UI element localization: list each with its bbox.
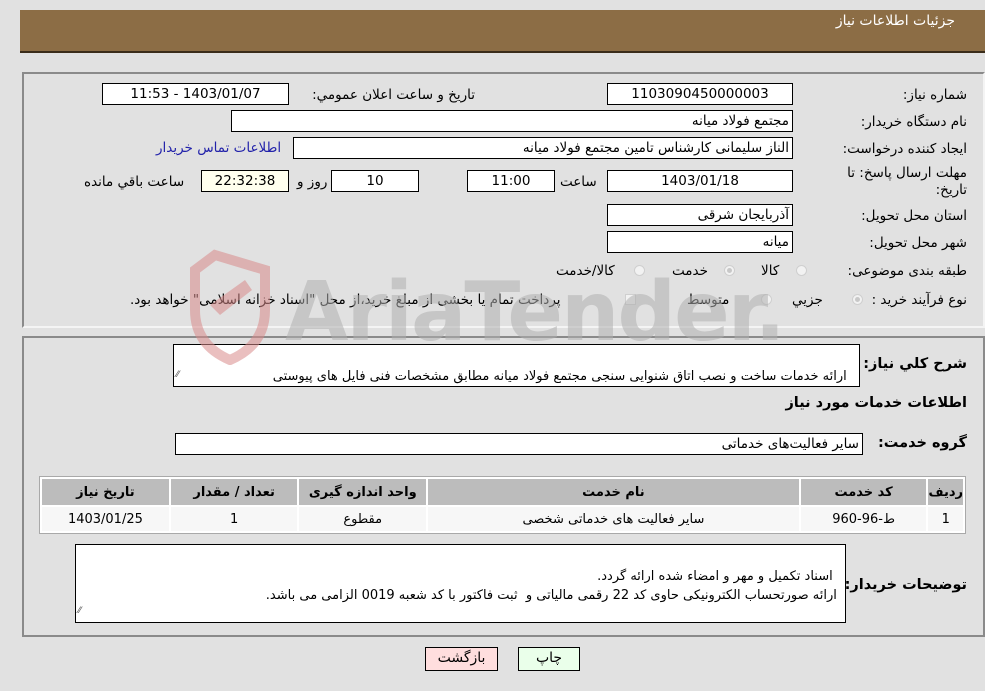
announce-datetime-field[interactable]: 1403/01/07 - 11:53 — [102, 83, 289, 105]
col-quantity: تعداد / مقدار — [170, 479, 298, 505]
process-radio-medium[interactable] — [761, 294, 772, 305]
buyer-notes-textarea[interactable]: اسناد تکمیل و مهر و امضاء شده ارائه گردد… — [75, 544, 846, 623]
cell-row-number: 1 — [928, 507, 963, 531]
buyer-org-label: نام دستگاه خريدار: — [860, 114, 967, 130]
deadline-time-field[interactable]: 11:00 — [467, 170, 555, 192]
print-button[interactable]: چاپ — [518, 647, 580, 671]
treasury-checkbox[interactable] — [625, 294, 636, 305]
delivery-city-field[interactable]: میانه — [607, 231, 793, 253]
services-table: رديف كد خدمت نام خدمت واحد اندازه گيری ت… — [39, 476, 966, 534]
process-option-minor: جزيي — [792, 292, 823, 308]
days-label: روز و — [297, 174, 328, 190]
process-option-medium: متوسط — [687, 292, 730, 308]
category-option-goods-service: كالا/خدمت — [556, 263, 615, 279]
buyer-notes-text: اسناد تکمیل و مهر و امضاء شده ارائه گردد… — [265, 569, 837, 603]
delivery-province-field[interactable]: آذربایجان شرقی — [607, 204, 793, 226]
purchase-process-label: نوع فرآيند خريد : — [871, 292, 967, 308]
services-table-wrap: رديف كد خدمت نام خدمت واحد اندازه گيری ت… — [39, 476, 966, 534]
category-option-goods: كالا — [761, 263, 780, 279]
table-header-row: رديف كد خدمت نام خدمت واحد اندازه گيری ت… — [42, 479, 963, 505]
service-group-label: گروه خدمت: — [877, 435, 967, 451]
cell-service-name: سایر فعالیت های خدماتی شخصی — [428, 507, 799, 531]
col-service-name: نام خدمت — [428, 479, 799, 505]
description-textarea[interactable]: ارائه خدمات ساخت و نصب اتاق شنوایی سنجی … — [173, 344, 860, 387]
resize-grip-icon[interactable]: ⁄⁄ — [176, 366, 179, 385]
need-number-field[interactable]: 1103090450000003 — [607, 83, 793, 105]
resize-grip-icon[interactable]: ⁄⁄ — [78, 602, 81, 621]
cell-service-code: ط-96-960 — [800, 507, 927, 531]
treasury-note: پرداخت تمام يا بخشی از مبلغ خريد،از محل … — [130, 292, 561, 308]
deadline-date-field[interactable]: 1403/01/18 — [607, 170, 793, 192]
category-radio-goods[interactable] — [796, 265, 807, 276]
requester-field[interactable]: الناز سلیمانی کارشناس تامین مجتمع فولاد … — [293, 137, 793, 159]
delivery-city-label: شهر محل تحويل: — [869, 235, 967, 251]
table-row: 1 ط-96-960 سایر فعالیت های خدماتی شخصی م… — [42, 507, 963, 531]
announce-datetime-label: تاریخ و ساعت اعلان عمومي: — [312, 87, 475, 103]
buyer-org-field[interactable]: مجتمع فولاد میانه — [231, 110, 793, 132]
remaining-time-field: 22:32:38 — [201, 170, 289, 192]
cell-quantity: 1 — [170, 507, 298, 531]
page-title: جزئیات اطلاعات نیاز — [835, 13, 955, 29]
requester-label: ايجاد كننده درخواست: — [842, 141, 967, 157]
delivery-province-label: استان محل تحويل: — [861, 208, 967, 224]
category-radio-goods-service[interactable] — [634, 265, 645, 276]
buyer-contact-link[interactable]: اطلاعات تماس خريدار — [156, 140, 281, 156]
col-unit: واحد اندازه گيری — [299, 479, 427, 505]
cell-need-date: 1403/01/25 — [42, 507, 169, 531]
description-label: شرح كلي نياز: — [863, 356, 967, 372]
col-service-code: كد خدمت — [800, 479, 927, 505]
remaining-time-label: ساعت باقي مانده — [84, 174, 185, 190]
buyer-notes-label: توضيحات خريدار: — [844, 577, 967, 593]
category-option-service: خدمت — [672, 263, 708, 279]
deadline-label-line1: مهلت ارسال پاسخ: تا — [847, 165, 967, 181]
col-row-number: رديف — [928, 479, 963, 505]
deadline-time-label: ساعت — [560, 174, 597, 190]
process-radio-minor[interactable] — [852, 294, 863, 305]
cell-unit: مقطوع — [299, 507, 427, 531]
need-number-label: شماره نیاز: — [902, 87, 967, 103]
services-section-title: اطلاعات خدمات مورد نياز — [785, 395, 967, 411]
service-group-field[interactable]: سایر فعالیت‌های خدماتی — [175, 433, 863, 455]
remaining-days-field: 10 — [331, 170, 419, 192]
category-label: طبقه بندی موضوعی: — [847, 263, 967, 279]
back-button[interactable]: بازگشت — [425, 647, 498, 671]
col-need-date: تاريخ نياز — [42, 479, 169, 505]
description-text: ارائه خدمات ساخت و نصب اتاق شنوایی سنجی … — [272, 369, 847, 384]
deadline-label-line2: تاريخ: — [935, 182, 967, 198]
category-radio-service[interactable] — [724, 265, 735, 276]
